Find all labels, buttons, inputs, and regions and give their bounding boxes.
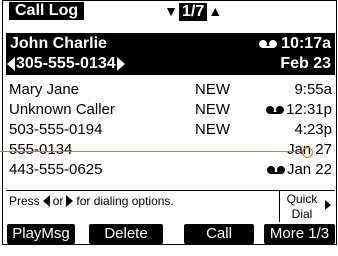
right-arrow-icon [325, 200, 331, 210]
selected-caller-name: John Charlie [10, 35, 107, 52]
softkey-bar: PlayMsg Delete Call More 1/3 [6, 224, 335, 244]
left-arrow-icon [42, 195, 50, 207]
pager: ▼ 1/7 ▲ [163, 1, 223, 21]
page-down-icon[interactable]: ▼ [163, 1, 179, 21]
status-badge: NEW [195, 81, 230, 98]
quick-dial-line2: Dial [291, 207, 313, 221]
selected-call-entry[interactable]: John Charlie 10:17a 305-555-0134 Feb 23 [6, 33, 335, 75]
caller-name: 443-555-0625 [9, 161, 103, 178]
list-item[interactable]: 503-555-0194 NEW 4:23p [9, 120, 332, 140]
caller-name: 503-555-0194 [9, 121, 103, 138]
callout-line [70, 151, 304, 152]
hint-or-text: or [52, 194, 64, 208]
call-time: 12:31p [266, 100, 332, 120]
more-button[interactable]: More 1/3 [264, 224, 335, 244]
page-up-icon[interactable]: ▲ [207, 1, 223, 21]
list-item[interactable]: 443-555-0625 Jan 22 [9, 160, 332, 180]
call-time-text: 12:31p [286, 101, 332, 118]
list-item[interactable]: 555-0134 Jan 27 [9, 140, 332, 160]
call-time-text: 4:23p [294, 121, 332, 138]
hint-press-text: Press [9, 194, 40, 208]
right-arrow-icon [66, 195, 74, 207]
selected-time-text: 10:17a [281, 35, 331, 52]
voicemail-icon [266, 166, 285, 174]
callout-line [0, 151, 70, 152]
selected-number-text: 305-555-0134 [16, 55, 116, 72]
list-item[interactable]: Mary Jane NEW 9:55a [9, 80, 332, 100]
voicemail-icon [259, 39, 278, 48]
right-arrow-icon[interactable] [116, 57, 125, 71]
call-log-screen: Call Log ▼ 1/7 ▲ John Charlie 10:17a 305-5… [2, 0, 337, 245]
call-button[interactable]: Call [184, 224, 254, 244]
quick-dial-button[interactable]: Quick Dial [279, 190, 332, 222]
call-time: 9:55a [294, 80, 332, 100]
playmsg-button[interactable]: PlayMsg [7, 224, 75, 244]
title-bar: Call Log ▼ 1/7 ▲ [3, 1, 336, 21]
caller-name: Unknown Caller [9, 101, 115, 118]
caller-name: Mary Jane [9, 81, 80, 98]
selected-call-date: Feb 23 [280, 55, 331, 72]
dialing-hint: Press or for dialing options. [9, 194, 174, 208]
left-arrow-icon[interactable] [7, 57, 15, 71]
call-time: Jan 22 [266, 160, 332, 180]
delete-button[interactable]: Delete [89, 224, 163, 244]
list-item[interactable]: Unknown Caller NEW 12:31p [9, 100, 332, 120]
voicemail-icon [266, 106, 285, 114]
status-badge: NEW [195, 121, 230, 138]
quick-dial-label: Quick Dial [284, 192, 320, 222]
call-time-text: 9:55a [294, 81, 332, 98]
quick-dial-line1: Quick [286, 192, 318, 206]
selected-caller-number: 305-555-0134 [7, 55, 125, 73]
hint-rest-text: for dialing options. [76, 194, 174, 208]
page-title: Call Log [9, 2, 85, 20]
page-indicator: 1/7 [179, 3, 208, 21]
status-badge: NEW [195, 101, 230, 118]
callout-marker [302, 147, 313, 158]
call-time-text: Jan 22 [286, 161, 332, 178]
caller-name: 555-0134 [9, 141, 73, 158]
call-time: 4:23p [294, 120, 332, 140]
selected-call-time: 10:17a [259, 35, 331, 53]
